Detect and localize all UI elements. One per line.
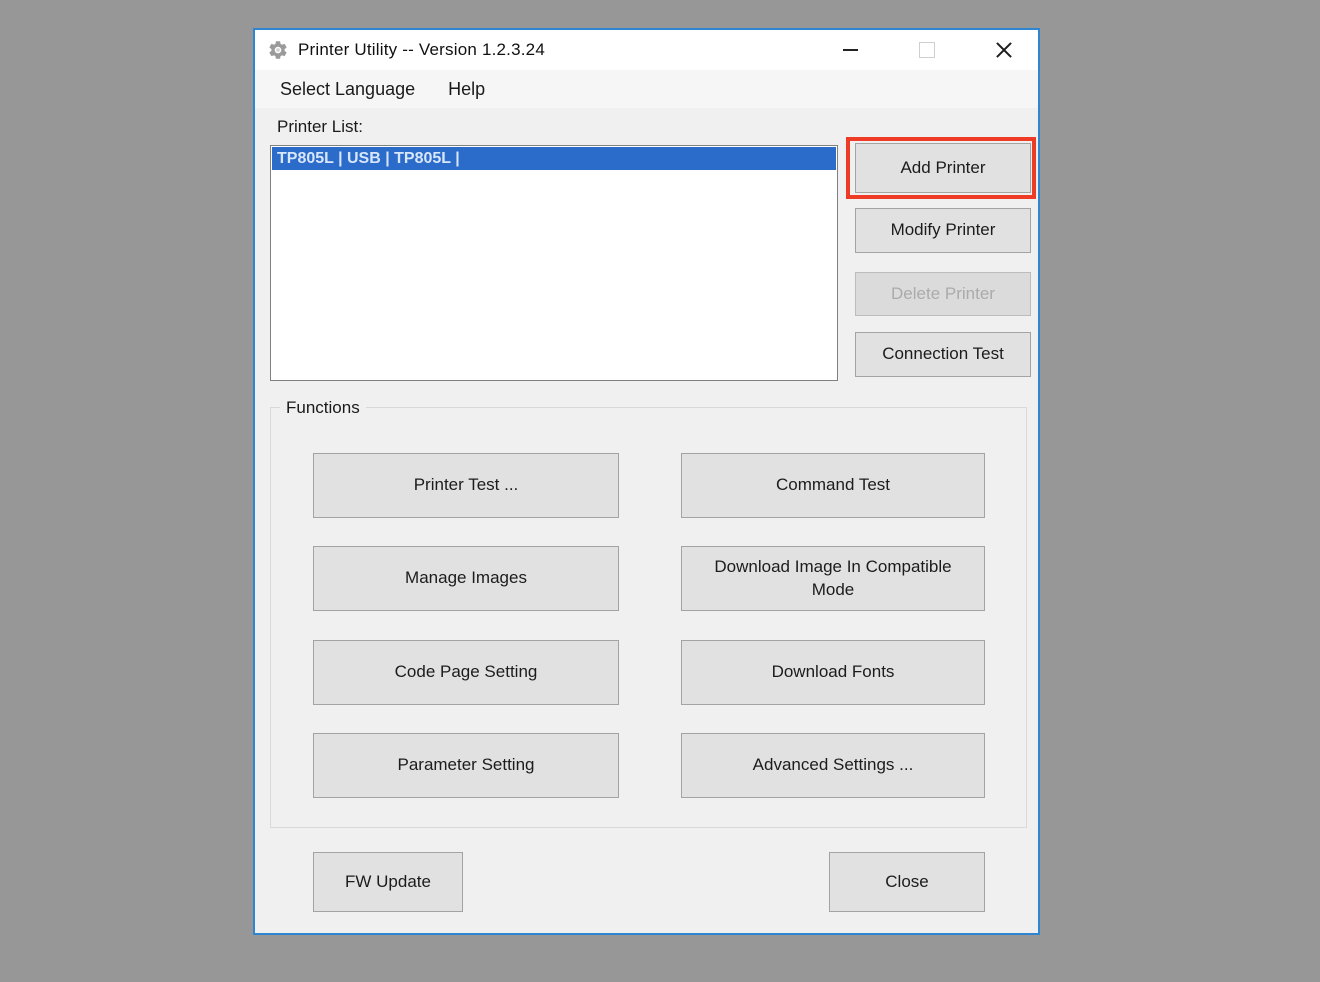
printer-test-button[interactable]: Printer Test ... <box>313 453 619 518</box>
desktop-background: { "window": { "title": "Printer Utility … <box>0 0 1320 982</box>
printer-utility-window: Printer Utility -- Version 1.2.3.24 Sele… <box>253 28 1040 935</box>
window-title: Printer Utility -- Version 1.2.3.24 <box>298 40 545 60</box>
fw-update-button[interactable]: FW Update <box>313 852 463 912</box>
close-dialog-button[interactable]: Close <box>829 852 985 912</box>
minimize-button[interactable] <box>826 30 874 70</box>
printer-list-label: Printer List: <box>277 117 363 137</box>
parameter-setting-button[interactable]: Parameter Setting <box>313 733 619 798</box>
modify-printer-button[interactable]: Modify Printer <box>855 208 1031 253</box>
title-bar[interactable]: Printer Utility -- Version 1.2.3.24 <box>255 30 1038 70</box>
maximize-icon <box>919 42 935 58</box>
download-fonts-button[interactable]: Download Fonts <box>681 640 985 705</box>
printer-listbox[interactable]: TP805L | USB | TP805L | <box>270 145 838 381</box>
maximize-button <box>903 30 951 70</box>
functions-groupbox: Functions Printer Test ... Command Test … <box>270 407 1027 828</box>
menu-bar: Select Language Help <box>255 70 1038 108</box>
add-printer-button[interactable]: Add Printer <box>855 143 1031 193</box>
command-test-button[interactable]: Command Test <box>681 453 985 518</box>
download-image-compatible-button[interactable]: Download Image In Compatible Mode <box>681 546 985 611</box>
manage-images-button[interactable]: Manage Images <box>313 546 619 611</box>
menu-item-help[interactable]: Help <box>448 79 485 100</box>
code-page-setting-button[interactable]: Code Page Setting <box>313 640 619 705</box>
connection-test-button[interactable]: Connection Test <box>855 332 1031 377</box>
functions-groupbox-label: Functions <box>280 398 366 418</box>
minimize-icon <box>843 49 858 51</box>
delete-printer-button: Delete Printer <box>855 272 1031 316</box>
gear-icon <box>267 39 289 61</box>
menu-item-select-language[interactable]: Select Language <box>280 79 415 100</box>
list-item[interactable]: TP805L | USB | TP805L | <box>272 147 836 170</box>
close-button[interactable] <box>980 30 1028 70</box>
advanced-settings-button[interactable]: Advanced Settings ... <box>681 733 985 798</box>
close-icon <box>993 39 1015 61</box>
